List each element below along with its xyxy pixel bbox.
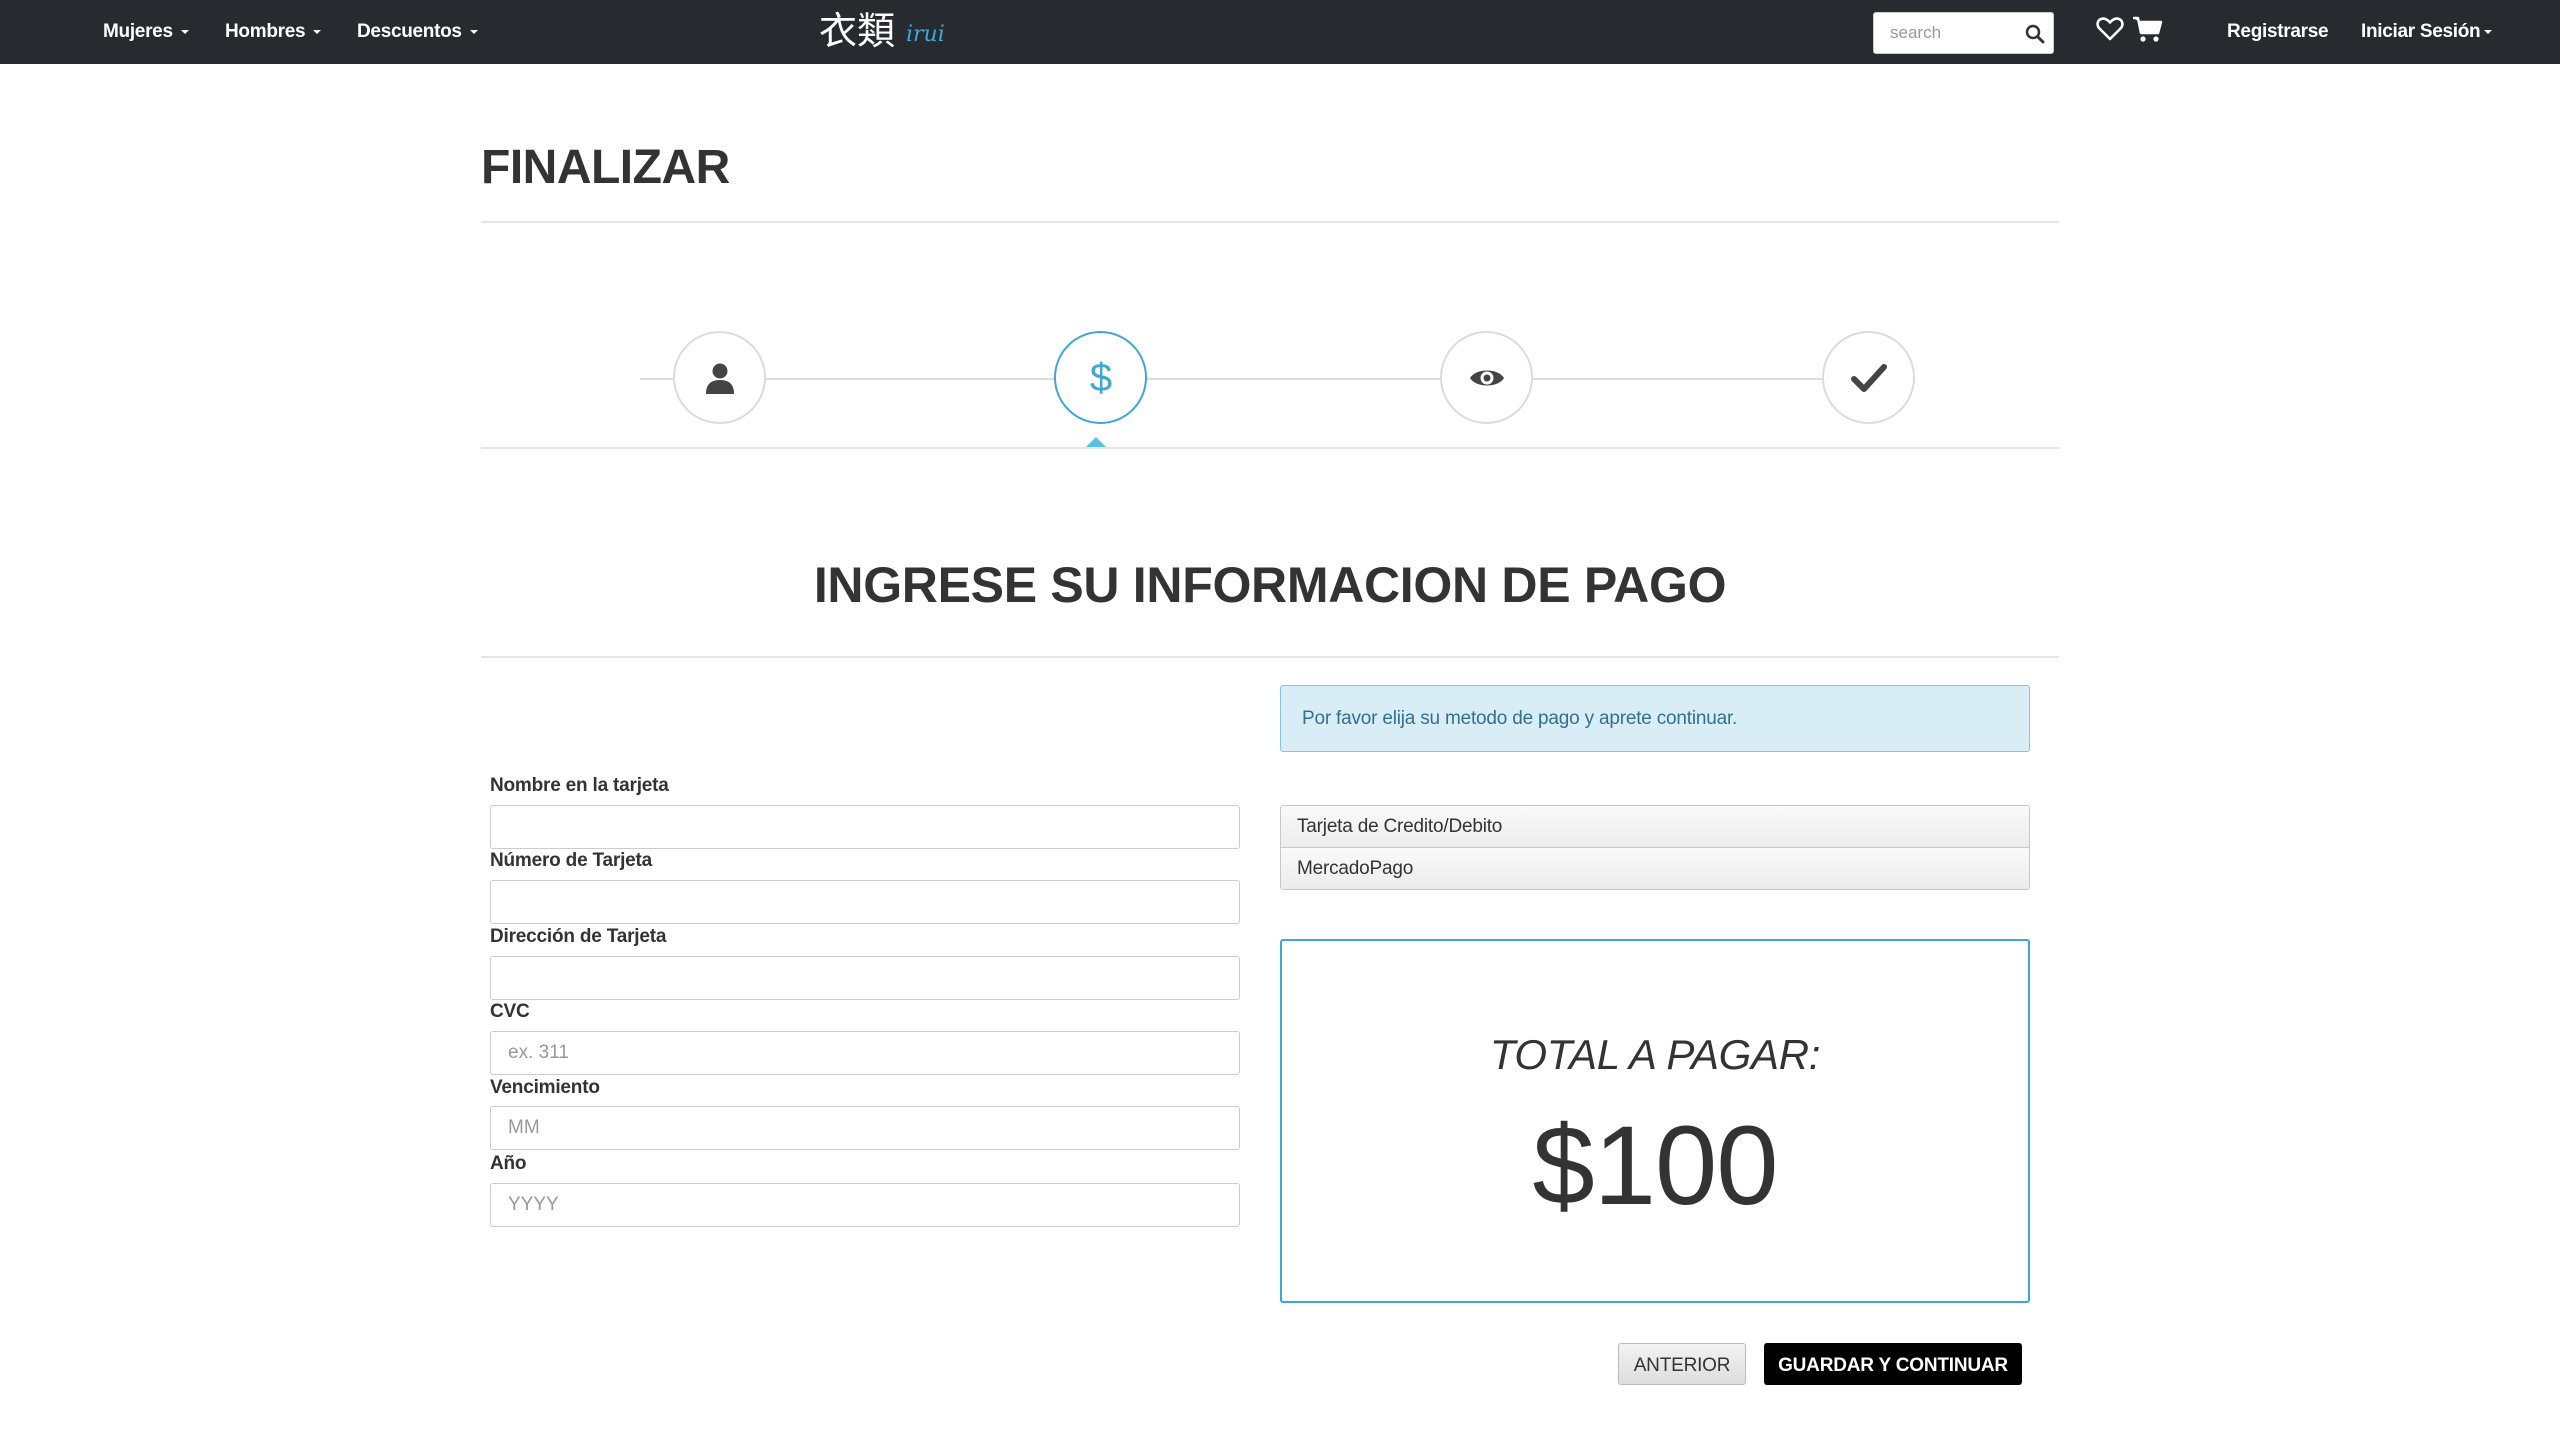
nav-menu-descuentos-label: Descuentos — [357, 21, 462, 42]
payment-info-alert: Por favor elija su metodo de pago y apre… — [1280, 685, 2030, 752]
nav-menu-mujeres[interactable]: Mujeres — [103, 0, 189, 64]
caret-down-icon — [469, 29, 478, 34]
nav-menu-descuentos[interactable]: Descuentos — [357, 0, 478, 64]
expiry-month-label: Vencimiento — [490, 1077, 600, 1098]
brand-logo[interactable]: 衣類 — [819, 6, 895, 56]
wizard-divider — [481, 447, 2059, 449]
svg-text:$: $ — [1089, 356, 1111, 400]
eye-icon — [1469, 370, 1504, 385]
heart-icon[interactable] — [2096, 16, 2124, 42]
payment-method-card[interactable]: Tarjeta de Credito/Debito — [1281, 806, 2029, 847]
card-address-input[interactable] — [490, 956, 1240, 1000]
search-button[interactable] — [2023, 22, 2047, 46]
check-icon — [1850, 363, 1887, 392]
wizard-progress-line — [640, 378, 1910, 380]
caret-down-icon — [180, 29, 189, 34]
wizard-step-payment[interactable]: $ — [1054, 331, 1147, 424]
section-divider — [481, 656, 2059, 658]
nav-menu-mujeres-label: Mujeres — [103, 21, 173, 42]
card-name-label: Nombre en la tarjeta — [490, 775, 669, 796]
card-number-label: Número de Tarjeta — [490, 850, 653, 871]
wizard-step-confirm[interactable] — [1822, 331, 1915, 424]
register-link[interactable]: Registrarse — [2227, 0, 2329, 64]
expiry-year-input[interactable] — [490, 1183, 1240, 1227]
total-panel: TOTAL A PAGAR: $100 — [1280, 939, 2030, 1303]
expiry-month-input[interactable] — [490, 1106, 1240, 1150]
card-number-input[interactable] — [490, 880, 1240, 924]
brand-logo-subtext[interactable]: irui — [906, 22, 945, 47]
page-title: FINALIZAR — [481, 141, 730, 194]
wizard-step-account[interactable] — [673, 331, 766, 424]
card-name-input[interactable] — [490, 805, 1240, 849]
caret-down-icon — [313, 29, 322, 34]
nav-menu-hombres-label: Hombres — [225, 21, 306, 42]
top-navbar: Mujeres Hombres Descuentos 衣類 irui Regis… — [0, 0, 2560, 64]
payment-method-mercadopago[interactable]: MercadoPago — [1281, 847, 2029, 889]
search-icon — [2025, 24, 2045, 44]
search-input[interactable] — [1874, 13, 2014, 53]
card-address-label: Dirección de Tarjeta — [490, 926, 667, 947]
caret-down-icon — [2484, 29, 2493, 34]
login-dropdown-label: Iniciar Sesión — [2361, 21, 2481, 42]
login-dropdown[interactable]: Iniciar Sesión — [2361, 0, 2493, 64]
cvc-input[interactable] — [490, 1031, 1240, 1075]
total-label: TOTAL A PAGAR: — [1489, 1031, 1821, 1078]
total-amount: $100 — [1532, 1103, 1778, 1228]
previous-button[interactable]: ANTERIOR — [1618, 1343, 1746, 1385]
dollar-icon: $ — [1089, 356, 1111, 400]
user-icon — [705, 363, 734, 394]
cvc-label: CVC — [490, 1001, 530, 1022]
title-divider — [481, 221, 2059, 223]
section-title: INGRESE SU INFORMACION DE PAGO — [813, 557, 1727, 613]
payment-method-list: Tarjeta de Credito/Debito MercadoPago — [1280, 805, 2030, 890]
save-continue-button[interactable]: GUARDAR Y CONTINUAR — [1764, 1343, 2022, 1385]
expiry-year-label: Año — [490, 1153, 527, 1174]
wizard-step-review[interactable] — [1440, 331, 1533, 424]
nav-menu-hombres[interactable]: Hombres — [225, 0, 322, 64]
cart-icon[interactable] — [2132, 16, 2164, 44]
search-box — [1873, 12, 2054, 54]
